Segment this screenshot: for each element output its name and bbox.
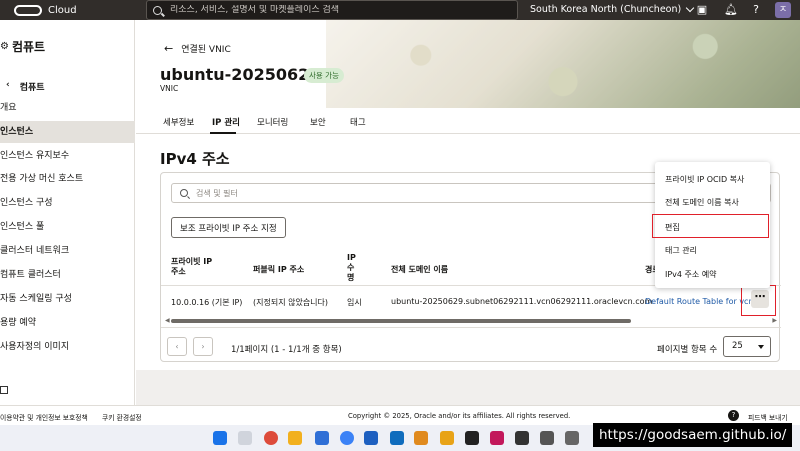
collapse-sidebar-icon[interactable] [0, 386, 8, 394]
sidebar-back-link[interactable]: ‹ 컴퓨트 [6, 80, 45, 93]
app-icon[interactable] [490, 431, 504, 445]
back-to-vnics-link[interactable]: ← 연결된 VNIC [164, 42, 231, 55]
pagination-summary: 1/1페이지 (1 - 1/1개 중 항목) [231, 345, 342, 355]
app-icon[interactable] [364, 431, 378, 445]
tab-monitoring[interactable]: 모니터링 [257, 116, 288, 128]
caret-down-icon [758, 345, 764, 349]
sidebar-item-instances[interactable]: 인스턴스 [0, 121, 135, 143]
table-bottom-divider [161, 327, 781, 328]
per-page-select[interactable]: 25 [723, 336, 771, 357]
global-search-input[interactable] [170, 5, 500, 15]
global-search[interactable] [146, 0, 518, 20]
cloud-shell-icon[interactable]: ▣ [696, 4, 708, 16]
avatar[interactable]: ㅈ [775, 2, 791, 18]
sidebar-item-instance-pools[interactable]: 인스턴스 풀 [0, 216, 135, 238]
scroll-thumb[interactable] [171, 319, 631, 323]
col-fqdn[interactable]: 전체 도메인 이름 [391, 265, 448, 275]
sidebar-item-cluster-networks[interactable]: 클러스터 네트워크 [0, 240, 135, 262]
page-title: ubuntu-20250629 [160, 65, 321, 84]
scroll-right-icon[interactable]: ▶ [772, 317, 777, 324]
tab-security[interactable]: 보안 [310, 116, 326, 128]
brand-label: Cloud [48, 4, 77, 16]
cell-private-ip: 10.0.0.16 (기본 IP) [171, 298, 243, 307]
col-public-ip[interactable]: 퍼블릭 IP 주소 [253, 265, 304, 275]
chevron-left-icon: ‹ [6, 80, 10, 90]
sidebar-title: ⚙︎ 컴퓨트 [0, 40, 46, 54]
region-label: South Korea North (Chuncheon) [530, 4, 682, 15]
app-icon[interactable] [440, 431, 454, 445]
scroll-left-icon[interactable]: ◀ [165, 317, 170, 324]
sidebar-item-autoscaling[interactable]: 자동 스케일링 구성 [0, 288, 135, 310]
content-bottom-band [136, 370, 800, 405]
assign-secondary-ip-button[interactable]: 보조 프라이빗 IP 주소 지정 [171, 217, 286, 238]
tab-tags[interactable]: 태그 [350, 116, 366, 128]
sidebar-item-capacity-reservations[interactable]: 용량 예약 [0, 312, 135, 334]
start-menu-icon[interactable] [213, 431, 227, 445]
help-icon[interactable]: ? [750, 4, 762, 16]
tab-details[interactable]: 세부정보 [163, 116, 194, 128]
arrow-left-icon: ← [164, 42, 174, 55]
tab-bar: 세부정보 IP 관리 모니터링 보안 태그 [136, 108, 800, 134]
section-title: IPv4 주소 [160, 150, 230, 168]
highlight-edit-item [652, 214, 769, 238]
terms-link[interactable]: 이용약관 및 개인정보 보호정책 [0, 412, 88, 422]
search-app-icon[interactable] [238, 431, 252, 445]
page-subtitle: VNIC [160, 84, 179, 93]
app-icon[interactable] [390, 431, 404, 445]
sidebar-item-custom-images[interactable]: 사용자정의 이미지 [0, 336, 135, 358]
cell-route-link[interactable]: Default Route Table for vcn [645, 297, 754, 306]
chevron-down-icon [685, 3, 695, 13]
cell-fqdn: ubuntu-20250629.subnet06292111.vcn062921… [391, 297, 653, 306]
highlight-actions-button [741, 285, 776, 316]
cell-ip-lifetime: 임시 [347, 298, 362, 307]
tab-ip-management[interactable]: IP 관리 [212, 116, 240, 128]
page-header: ← 연결된 VNIC ubuntu-20250629 사용 가능 VNIC [136, 20, 800, 108]
feedback-link[interactable]: 피드백 보내기 [748, 412, 788, 422]
sidebar-item-instance-configurations[interactable]: 인스턴스 구성 [0, 192, 135, 214]
chrome-app-icon[interactable] [264, 431, 278, 445]
app-icon[interactable] [540, 431, 554, 445]
sidebar-item-instance-maintenance[interactable]: 인스턴스 유지보수 [0, 145, 135, 167]
app-icon[interactable] [414, 431, 428, 445]
app-icon[interactable] [315, 431, 329, 445]
per-page-label: 페이지별 항목 수 [657, 345, 718, 355]
compute-grid-icon: ⚙︎ [0, 41, 9, 52]
cookie-preferences-link[interactable]: 쿠키 환경설정 [102, 412, 142, 422]
search-icon [153, 5, 162, 15]
col-private-ip[interactable]: 프라이빗 IP 주소 [171, 257, 221, 277]
header-pattern [326, 20, 800, 108]
sidebar-item-compute-clusters[interactable]: 컴퓨트 클러스터 [0, 264, 135, 286]
terminal-icon[interactable] [515, 431, 529, 445]
search-icon [180, 189, 188, 197]
footer: 이용약관 및 개인정보 보호정책 쿠키 환경설정 Copyright © 202… [0, 405, 800, 425]
copyright-text: Copyright © 2025, Oracle and/or its affi… [348, 412, 571, 420]
horizontal-scrollbar[interactable]: ◀ ▶ [165, 317, 777, 324]
oracle-logo[interactable] [14, 4, 42, 16]
menu-manage-tags[interactable]: 태그 관리 [665, 245, 697, 256]
sidebar-item-overview[interactable]: 개요 [0, 97, 135, 119]
previous-page-button[interactable]: ‹ [167, 337, 187, 356]
app-icon[interactable] [465, 431, 479, 445]
top-bar: Cloud South Korea North (Chuncheon) ▣ 🔔︎… [0, 0, 800, 20]
sidebar-item-dedicated-vm-hosts[interactable]: 전용 가상 머신 호스트 [0, 168, 135, 190]
app-icon[interactable] [565, 431, 579, 445]
region-selector[interactable]: South Korea North (Chuncheon) [530, 3, 695, 15]
menu-copy-private-ip-ocid[interactable]: 프라이빗 IP OCID 복사 [665, 174, 744, 185]
cell-public-ip: (지정되지 않았습니다) [253, 298, 329, 307]
help-icon[interactable]: ? [728, 410, 739, 421]
menu-reserve-ipv4[interactable]: IPv4 주소 예약 [665, 269, 717, 280]
col-ip-lifetime[interactable]: IP 수명 [347, 253, 359, 283]
sidebar: ⚙︎ 컴퓨트 ‹ 컴퓨트 개요 인스턴스 인스턴스 유지보수 전용 가상 머신 … [0, 20, 135, 405]
watermark: https://goodsaem.github.io/ [593, 423, 793, 447]
menu-copy-fqdn[interactable]: 전체 도메인 이름 복사 [665, 197, 739, 208]
status-badge: 사용 가능 [304, 68, 344, 83]
file-explorer-icon[interactable] [288, 431, 302, 445]
notification-bell-icon[interactable]: 🔔︎ [724, 4, 738, 16]
next-page-button[interactable]: › [193, 337, 213, 356]
app-icon[interactable] [340, 431, 354, 445]
